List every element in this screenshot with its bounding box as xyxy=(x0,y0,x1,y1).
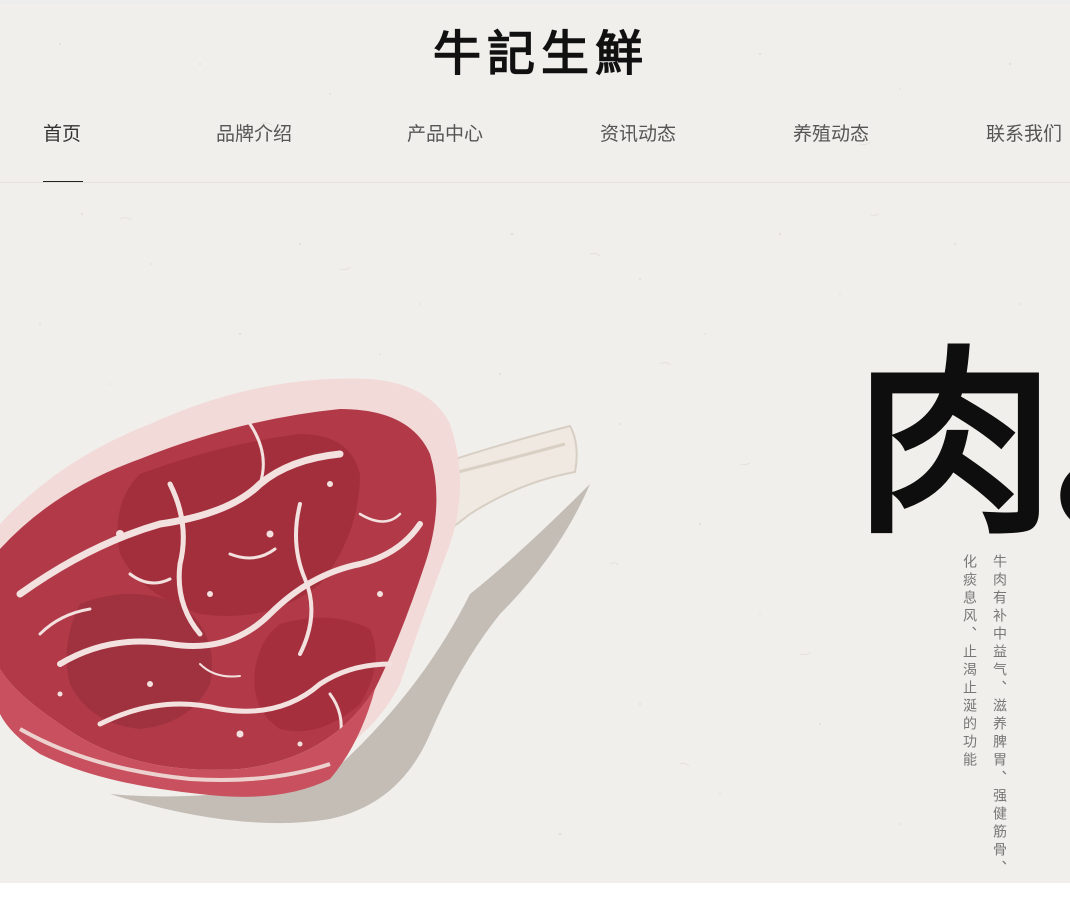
site-header: 牛記生鮮 首页 品牌介绍 产品中心 资讯动态 养殖动态 联系我们 xyxy=(0,4,1070,182)
calligraphy-title: 肉。 xyxy=(855,327,1070,544)
nav-item-news[interactable]: 资讯动态 xyxy=(600,119,676,169)
header-divider xyxy=(0,182,1070,183)
brand-logo[interactable]: 牛記生鮮 xyxy=(416,18,666,84)
svg-text:肉。: 肉。 xyxy=(855,327,1070,544)
nav-item-home[interactable]: 首页 xyxy=(43,119,81,169)
svg-text:牛記生鮮: 牛記生鮮 xyxy=(433,26,649,82)
steak-image xyxy=(0,378,590,824)
nav-item-breeding-news[interactable]: 养殖动态 xyxy=(793,119,869,169)
nav-item-brand-intro[interactable]: 品牌介绍 xyxy=(216,119,292,169)
nav-item-products[interactable]: 产品中心 xyxy=(407,119,483,169)
nav-item-contact[interactable]: 联系我们 xyxy=(986,119,1062,169)
homepage: 牛記生鮮 首页 品牌介绍 产品中心 资讯动态 养殖动态 联系我们 肉 牛肉有补中… xyxy=(0,4,1070,883)
hero-description-line-2: 化痰息风、止渴止涎的功能 xyxy=(961,554,977,770)
main-navigation: 首页 品牌介绍 产品中心 资讯动态 养殖动态 联系我们 xyxy=(0,119,1070,169)
hero-description-line-1: 牛肉有补中益气、滋养脾胃、强健筋骨、 xyxy=(991,554,1007,878)
